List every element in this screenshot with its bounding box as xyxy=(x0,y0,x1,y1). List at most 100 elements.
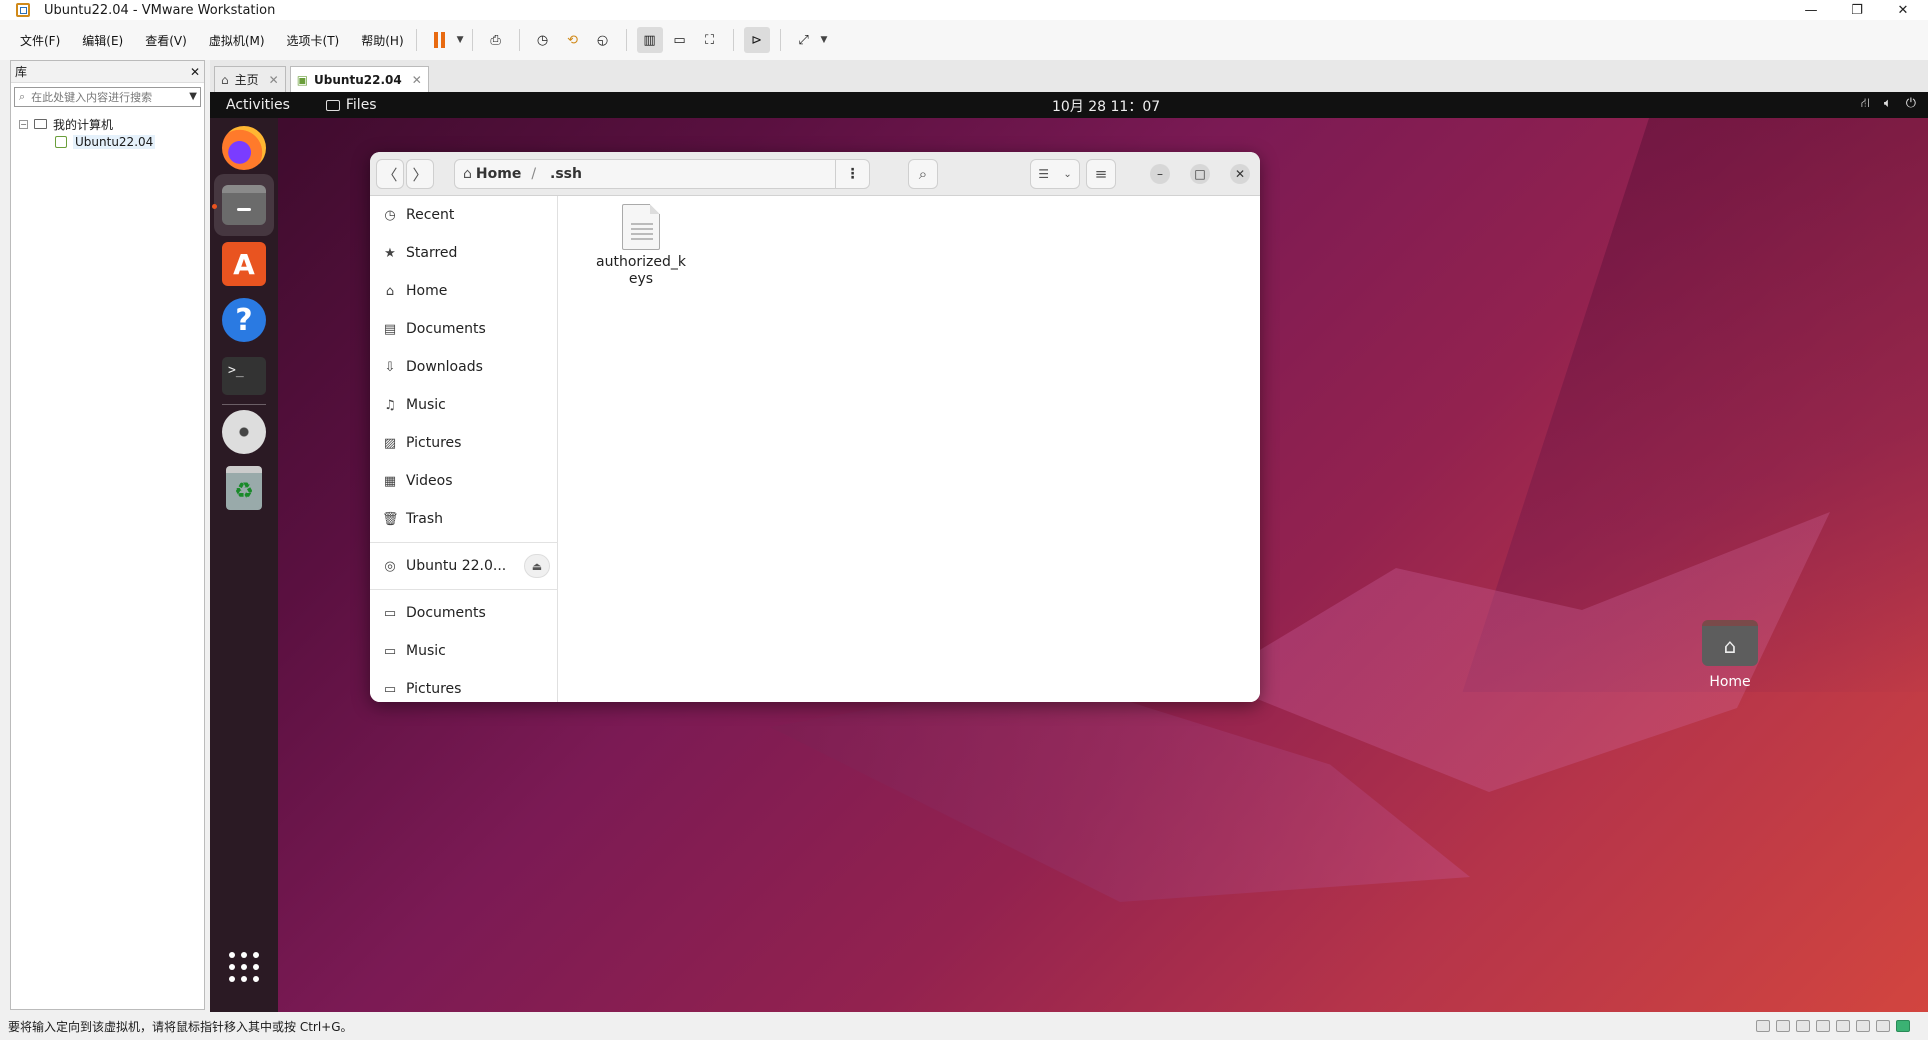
menu-tabs[interactable]: 选项卡(T) xyxy=(283,28,344,53)
close-library-button[interactable]: ✕ xyxy=(190,65,200,79)
message-log-icon[interactable] xyxy=(1896,1020,1910,1032)
close-tab-ubuntu-button[interactable]: ✕ xyxy=(412,73,422,87)
search-button[interactable]: ⌕ xyxy=(908,159,938,189)
dock-firefox[interactable] xyxy=(222,126,266,170)
network-adapter-icon[interactable] xyxy=(1796,1020,1810,1032)
hdd-icon[interactable] xyxy=(1756,1020,1770,1032)
tab-strip: ⌂ 主页 ✕ ▣ Ubuntu22.04 ✕ xyxy=(210,60,1928,92)
files-content[interactable]: authorized_keys xyxy=(559,196,1260,702)
path-bar[interactable]: ⌂ Home / .ssh ⋮ xyxy=(454,159,870,189)
chevron-down-icon[interactable]: ▼ xyxy=(821,35,828,45)
status-message: 要将输入定向到该虚拟机，请将鼠标指针移入其中或按 Ctrl+G。 xyxy=(8,1019,353,1034)
full-screen-button[interactable]: ⛶ xyxy=(697,27,723,53)
tab-home[interactable]: ⌂ 主页 ✕ xyxy=(214,66,286,92)
text-file-icon xyxy=(622,204,660,250)
eject-button[interactable]: ⏏ xyxy=(524,554,550,578)
more-vertical-icon: ⋮ xyxy=(845,166,860,182)
close-files-button[interactable]: ✕ xyxy=(1230,164,1250,184)
library-panel: 库 ✕ ⌕ 在此处键入内容进行搜索 ▼ − 我的计算机 Ubuntu22.04 xyxy=(10,60,205,1010)
close-window-button[interactable]: ✕ xyxy=(1880,0,1926,20)
sidebar-bookmark-documents[interactable]: ▭ Documents xyxy=(382,598,550,628)
minimize-button[interactable]: — xyxy=(1788,0,1834,20)
collapse-icon[interactable]: − xyxy=(19,119,28,129)
system-tray[interactable]: ⛙ 🔈︎ ⏻ xyxy=(1861,96,1916,113)
dock-dvd[interactable] xyxy=(222,410,266,454)
tab-home-label: 主页 xyxy=(234,73,259,87)
revert-snapshot-button[interactable]: ⟲ xyxy=(560,27,586,53)
clock-icon: ◷ xyxy=(384,207,396,223)
view-toggle-button[interactable]: ☰ ⌄ xyxy=(1030,159,1080,189)
menu-edit[interactable]: 编辑(E) xyxy=(78,28,127,53)
sidebar-item-pictures[interactable]: ▨ Pictures xyxy=(382,428,550,458)
close-tab-home-button[interactable]: ✕ xyxy=(269,73,279,87)
path-menu-button[interactable]: ⋮ xyxy=(835,159,869,189)
tree-vm-row[interactable]: Ubuntu22.04 xyxy=(11,133,204,151)
tree-root-row[interactable]: − 我的计算机 xyxy=(11,115,204,133)
dock-trash[interactable]: ♻ xyxy=(222,466,266,510)
snapshot-button[interactable]: ◷ xyxy=(530,27,556,53)
desktop-home-icon[interactable]: ⌂ Home xyxy=(1690,620,1770,690)
sidebar-item-label: Home xyxy=(406,283,448,299)
path-crumb-home[interactable]: Home xyxy=(476,166,521,182)
forward-button[interactable]: 〉 xyxy=(406,159,434,189)
path-crumb-current[interactable]: .ssh xyxy=(550,166,582,182)
revert-icon: ⟲ xyxy=(567,32,578,48)
app-menu-files[interactable]: Files xyxy=(325,97,377,113)
menu-view[interactable]: 查看(V) xyxy=(141,28,191,53)
restore-button[interactable]: ❐ xyxy=(1834,0,1880,20)
cdrom-icon[interactable] xyxy=(1776,1020,1790,1032)
sidebar-item-recent[interactable]: ◷ Recent xyxy=(382,200,550,230)
sidebar-item-label: Ubuntu 22.0... xyxy=(406,558,507,574)
library-search-input[interactable]: ⌕ 在此处键入内容进行搜索 ▼ xyxy=(14,87,201,107)
dock-files[interactable] xyxy=(214,174,274,236)
show-library-button[interactable]: ▥ xyxy=(636,27,663,53)
sidebar-bookmark-pictures[interactable]: ▭ Pictures xyxy=(382,674,550,702)
sidebar-item-label: Videos xyxy=(406,473,453,489)
sidebar-item-downloads[interactable]: ⇩ Downloads xyxy=(382,352,550,382)
printer-icon[interactable] xyxy=(1856,1020,1870,1032)
snapshot-manager-button[interactable]: ◵ xyxy=(590,27,616,53)
display-icon[interactable] xyxy=(1876,1020,1890,1032)
sidebar-item-videos[interactable]: ▦ Videos xyxy=(382,466,550,496)
send-ctrl-alt-del-button[interactable]: ⎙ xyxy=(483,27,509,53)
volume-icon: 🔈︎ xyxy=(1883,96,1892,111)
show-thumbnail-button[interactable]: ▭ xyxy=(667,27,693,53)
maximize-files-button[interactable]: □ xyxy=(1190,164,1210,184)
sidebar-item-music[interactable]: ♫ Music xyxy=(382,390,550,420)
sidebar-item-device[interactable]: ◎ Ubuntu 22.0... ⏏ xyxy=(382,551,550,581)
tree-vm-label: Ubuntu22.04 xyxy=(73,135,156,149)
show-apps-button[interactable] xyxy=(229,952,259,982)
dock-software[interactable]: A xyxy=(222,242,266,286)
chevron-down-icon[interactable]: ▼ xyxy=(457,35,464,45)
stretch-button[interactable]: ⤢ xyxy=(791,27,817,53)
vm-icon: ▣ xyxy=(296,72,309,87)
toolbar-separator xyxy=(471,29,473,51)
menu-help[interactable]: 帮助(H) xyxy=(357,28,407,53)
console-view-button[interactable]: ⊳ xyxy=(743,27,770,53)
sound-icon[interactable] xyxy=(1836,1020,1850,1032)
activities-button[interactable]: Activities xyxy=(226,97,290,113)
sidebar-bookmark-music[interactable]: ▭ Music xyxy=(382,636,550,666)
main-menu-button[interactable]: ≡ xyxy=(1086,159,1116,189)
sidebar-item-label: Trash xyxy=(406,511,443,527)
sidebar-item-trash[interactable]: 🗑︎ Trash xyxy=(382,504,550,534)
guest-screen[interactable]: Activities Files 10月 28 11：07 ⛙ 🔈︎ ⏻ A ?… xyxy=(210,92,1928,1012)
menu-vm[interactable]: 虚拟机(M) xyxy=(205,28,269,53)
usb-icon[interactable] xyxy=(1816,1020,1830,1032)
thumbnail-icon: ▭ xyxy=(673,32,686,48)
sidebar-item-starred[interactable]: ★ Starred xyxy=(382,238,550,268)
library-header: 库 ✕ xyxy=(11,61,204,83)
back-button[interactable]: 〈 xyxy=(376,159,404,189)
file-item[interactable]: authorized_keys xyxy=(593,204,689,288)
sidebar-item-home[interactable]: ⌂ Home xyxy=(382,276,550,306)
tab-ubuntu[interactable]: ▣ Ubuntu22.04 ✕ xyxy=(289,66,429,92)
sidebar-item-documents[interactable]: ▤ Documents xyxy=(382,314,550,344)
menu-file[interactable]: 文件(F) xyxy=(16,28,64,53)
dock-help[interactable]: ? xyxy=(222,298,266,342)
minimize-files-button[interactable]: – xyxy=(1150,164,1170,184)
chevron-down-icon[interactable]: ▼ xyxy=(189,91,197,102)
topbar-clock[interactable]: 10月 28 11：07 xyxy=(1052,96,1160,116)
pause-button[interactable] xyxy=(427,27,453,53)
home-icon: ⌂ xyxy=(221,72,229,87)
dock-terminal[interactable]: >_ xyxy=(222,354,266,398)
